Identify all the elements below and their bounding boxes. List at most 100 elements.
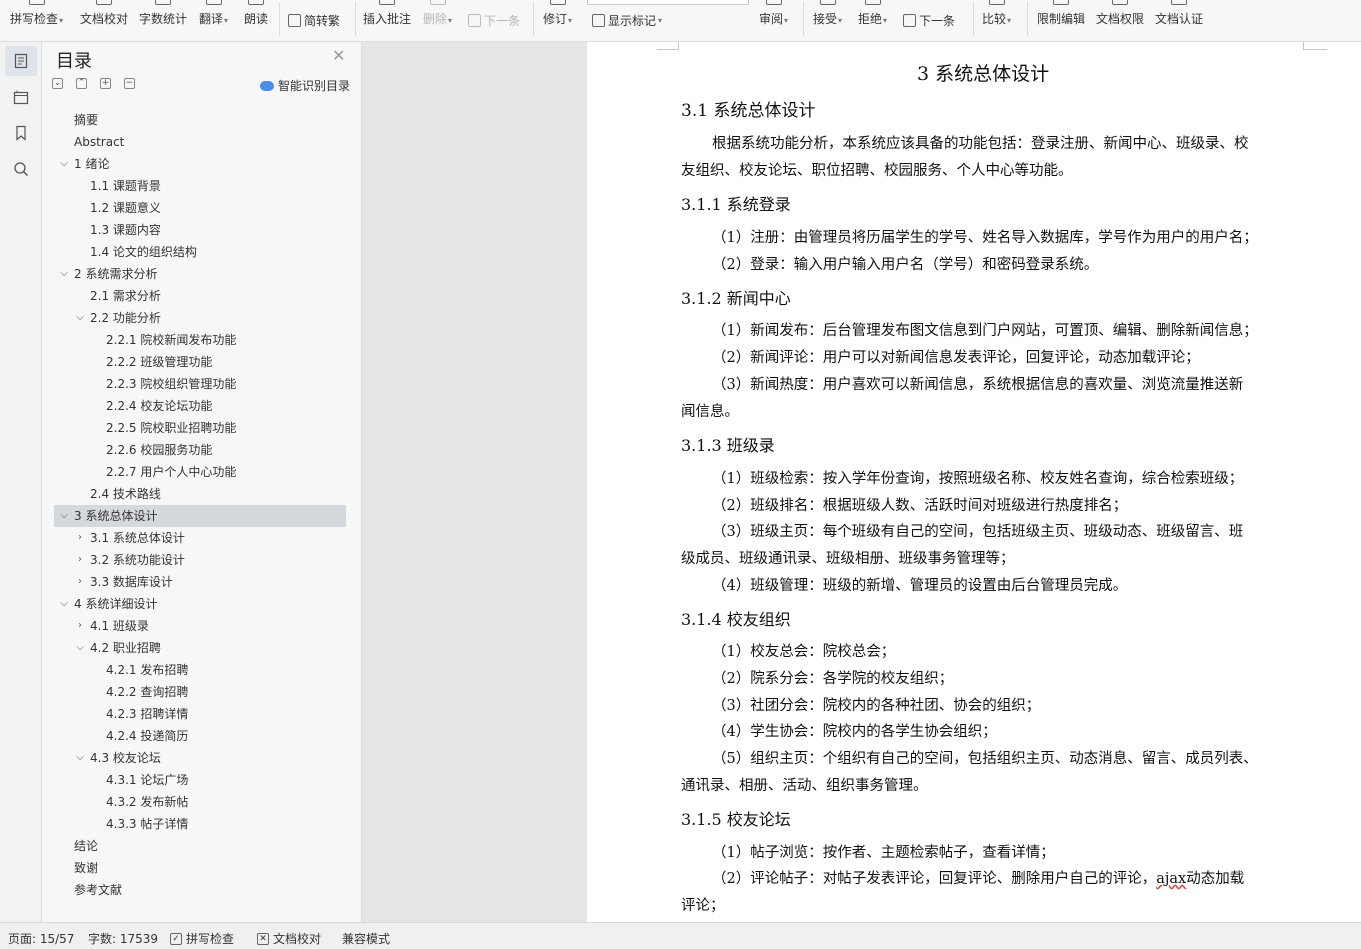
toc-item-label: 致谢 xyxy=(74,861,99,875)
doc-proof-button[interactable]: 文档校对 xyxy=(80,0,128,40)
toc-item[interactable]: › 3.3 数据库设计 xyxy=(54,571,346,593)
toc-item-label: 3.1 系统总体设计 xyxy=(90,531,185,545)
chevron-down-icon[interactable]: ⌵ xyxy=(59,593,69,615)
show-markup-dropdown[interactable]: 显示标记 ▾ xyxy=(592,11,662,29)
document-page[interactable]: 3 系统总体设计 3.1 系统总体设计 根据系统功能分析，本系统应该具备的功能包括：… xyxy=(587,42,1361,922)
toc-item[interactable]: ⌵ 4.2 职业招聘 xyxy=(54,637,346,659)
toc-item[interactable]: 2.2.7 用户个人中心功能 xyxy=(54,461,346,483)
read-aloud-button[interactable]: 朗读 xyxy=(244,0,268,40)
toc-item[interactable]: 1.4 论文的组织结构 xyxy=(54,241,346,263)
spelling-error[interactable]: ajax xyxy=(1156,871,1186,887)
toc-item-label: 2.2.2 班级管理功能 xyxy=(106,355,213,369)
toc-item[interactable]: 2.2.5 院校职业招聘功能 xyxy=(54,417,346,439)
toc-item[interactable]: 2.4 技术路线 xyxy=(54,483,346,505)
toc-item[interactable]: 4.2.3 招聘详情 xyxy=(54,703,346,725)
toc-item[interactable]: 致谢 xyxy=(54,857,346,879)
doc-permission-button[interactable]: 文档权限 xyxy=(1096,0,1144,40)
toc-item[interactable]: › 3.1 系统总体设计 xyxy=(54,527,346,549)
toc-item[interactable]: Abstract xyxy=(54,131,346,153)
next-comment-button[interactable]: 下一条 xyxy=(468,11,520,29)
toc-item[interactable]: 2.2.6 校园服务功能 xyxy=(54,439,346,461)
toc-item-label: 4.3 校友论坛 xyxy=(90,751,161,765)
toc-item[interactable]: 2.1 需求分析 xyxy=(54,285,346,307)
chevron-right-icon[interactable]: › xyxy=(75,615,85,637)
toc-item[interactable]: 1.3 课题内容 xyxy=(54,219,346,241)
toc-item[interactable]: 摘要 xyxy=(54,109,346,131)
toc-item[interactable]: 1.1 课题背景 xyxy=(54,175,346,197)
spell-check-button[interactable]: 拼写检查▾ xyxy=(10,0,63,40)
toc-item[interactable]: 4.2.1 发布招聘 xyxy=(54,659,346,681)
toc-item[interactable]: › 4.1 班级录 xyxy=(54,615,346,637)
toc-item-label: 结论 xyxy=(74,839,99,853)
chevron-down-icon[interactable]: ⌵ xyxy=(75,747,85,769)
paragraph-line: （3）社团分会：院校内的各种社团、协会的组织； xyxy=(712,698,1041,714)
toc-item[interactable]: ⌵ 2.2 功能分析 xyxy=(54,307,346,329)
toc-item[interactable]: 2.2.4 校友论坛功能 xyxy=(54,395,346,417)
toc-item-label: 4.2.1 发布招聘 xyxy=(106,663,189,677)
accept-change-button[interactable]: 接受▾ xyxy=(813,0,842,40)
toc-item[interactable]: 4.3.2 发布新帖 xyxy=(54,791,346,813)
rail-search-button[interactable] xyxy=(5,154,37,184)
toc-title: 目录 xyxy=(56,51,92,72)
toc-item[interactable]: 2.2.2 班级管理功能 xyxy=(54,351,346,373)
toc-item[interactable]: 1.2 课题意义 xyxy=(54,197,346,219)
translate-button[interactable]: 翻译▾ xyxy=(199,0,228,40)
convert-button[interactable]: 简转繁 xyxy=(288,11,340,29)
track-changes-button[interactable]: 修订▾ xyxy=(543,0,572,40)
toc-item[interactable]: ⌵ 1 绪论 xyxy=(54,153,346,175)
word-count-button[interactable]: 字数统计 xyxy=(139,0,187,40)
compare-button[interactable]: 比较▾ xyxy=(982,0,1011,40)
bookmark-icon xyxy=(16,125,26,141)
toc-item-label: 4.2 职业招聘 xyxy=(90,641,161,655)
chevron-right-icon[interactable]: › xyxy=(75,549,85,571)
toc-item[interactable]: 结论 xyxy=(54,835,346,857)
toc-item[interactable]: 4.2.2 查询招聘 xyxy=(54,681,346,703)
paragraph-line: （1）班级检索：按入学年份查询，按照班级名称、校友姓名查询，综合检索班级； xyxy=(712,471,1244,487)
next-change-button[interactable]: 下一条 xyxy=(903,11,955,29)
toc-item[interactable]: 参考文献 xyxy=(54,879,346,901)
restrict-edit-button[interactable]: 限制编辑 xyxy=(1037,0,1085,40)
smart-toc-button[interactable]: 智能识别目录 xyxy=(260,77,350,94)
toc-item-label: 4.2.3 招聘详情 xyxy=(106,707,189,721)
toc-item[interactable]: 4.3.1 论坛广场 xyxy=(54,769,346,791)
doc-certify-button[interactable]: 文档认证 xyxy=(1155,0,1203,40)
chevron-right-icon[interactable]: › xyxy=(75,571,85,593)
toc-item[interactable]: ⌵ 2 系统需求分析 xyxy=(54,263,346,285)
toc-item[interactable]: 2.2.3 院校组织管理功能 xyxy=(54,373,346,395)
toc-item-label: 2.2.1 院校新闻发布功能 xyxy=(106,333,237,347)
chevron-down-icon[interactable]: ⌵ xyxy=(75,637,85,659)
chevron-down-icon[interactable]: ⌵ xyxy=(75,307,85,329)
rail-structure-button[interactable] xyxy=(5,82,37,112)
chevron-down-icon[interactable]: ⌵ xyxy=(59,505,69,527)
chevron-down-icon[interactable]: ⌵ xyxy=(59,263,69,285)
close-icon[interactable]: ✕ xyxy=(332,48,345,64)
rail-toc-button[interactable] xyxy=(5,46,37,76)
toc-item[interactable]: › 3.2 系统功能设计 xyxy=(54,549,346,571)
toc-item[interactable]: ⌵ 4 系统详细设计 xyxy=(54,593,346,615)
toc-item[interactable]: 4.3.3 帖子详情 xyxy=(54,813,346,835)
toc-item-label: 1 绪论 xyxy=(74,157,110,171)
plus-icon[interactable]: + xyxy=(100,78,111,89)
toc-item[interactable]: ⌵ 4.3 校友论坛 xyxy=(54,747,346,769)
collapse-all-icon[interactable]: ⌄ xyxy=(52,78,63,89)
toc-item-label: 4.2.4 投递简历 xyxy=(106,729,189,743)
status-doc-proof[interactable]: ✕ 文档校对 xyxy=(257,930,321,947)
compare-icon xyxy=(988,0,1005,5)
markup-mode-field[interactable] xyxy=(587,0,749,5)
toc-item[interactable]: ⌵ 3 系统总体设计 xyxy=(54,505,346,527)
chevron-right-icon[interactable]: › xyxy=(75,527,85,549)
page-indicator[interactable]: 页面: 15/57 xyxy=(8,930,74,947)
cloud-icon xyxy=(260,80,274,91)
reject-change-button[interactable]: 拒绝▾ xyxy=(858,0,887,40)
chevron-down-icon[interactable]: ⌵ xyxy=(59,153,69,175)
delete-comment-button[interactable]: 删除▾ xyxy=(423,0,452,40)
status-spell-check[interactable]: ✓ 拼写检查 xyxy=(170,930,234,947)
minus-icon[interactable]: − xyxy=(124,78,135,89)
insert-comment-button[interactable]: 插入批注 xyxy=(363,0,411,40)
toc-item[interactable]: 2.2.1 院校新闻发布功能 xyxy=(54,329,346,351)
toc-item[interactable]: 4.2.4 投递简历 xyxy=(54,725,346,747)
word-count-indicator[interactable]: 字数: 17539 xyxy=(88,930,158,947)
rail-bookmark-button[interactable] xyxy=(5,118,37,148)
review-button[interactable]: 审阅▾ xyxy=(759,0,788,40)
expand-up-icon[interactable]: ⌃ xyxy=(76,78,87,89)
